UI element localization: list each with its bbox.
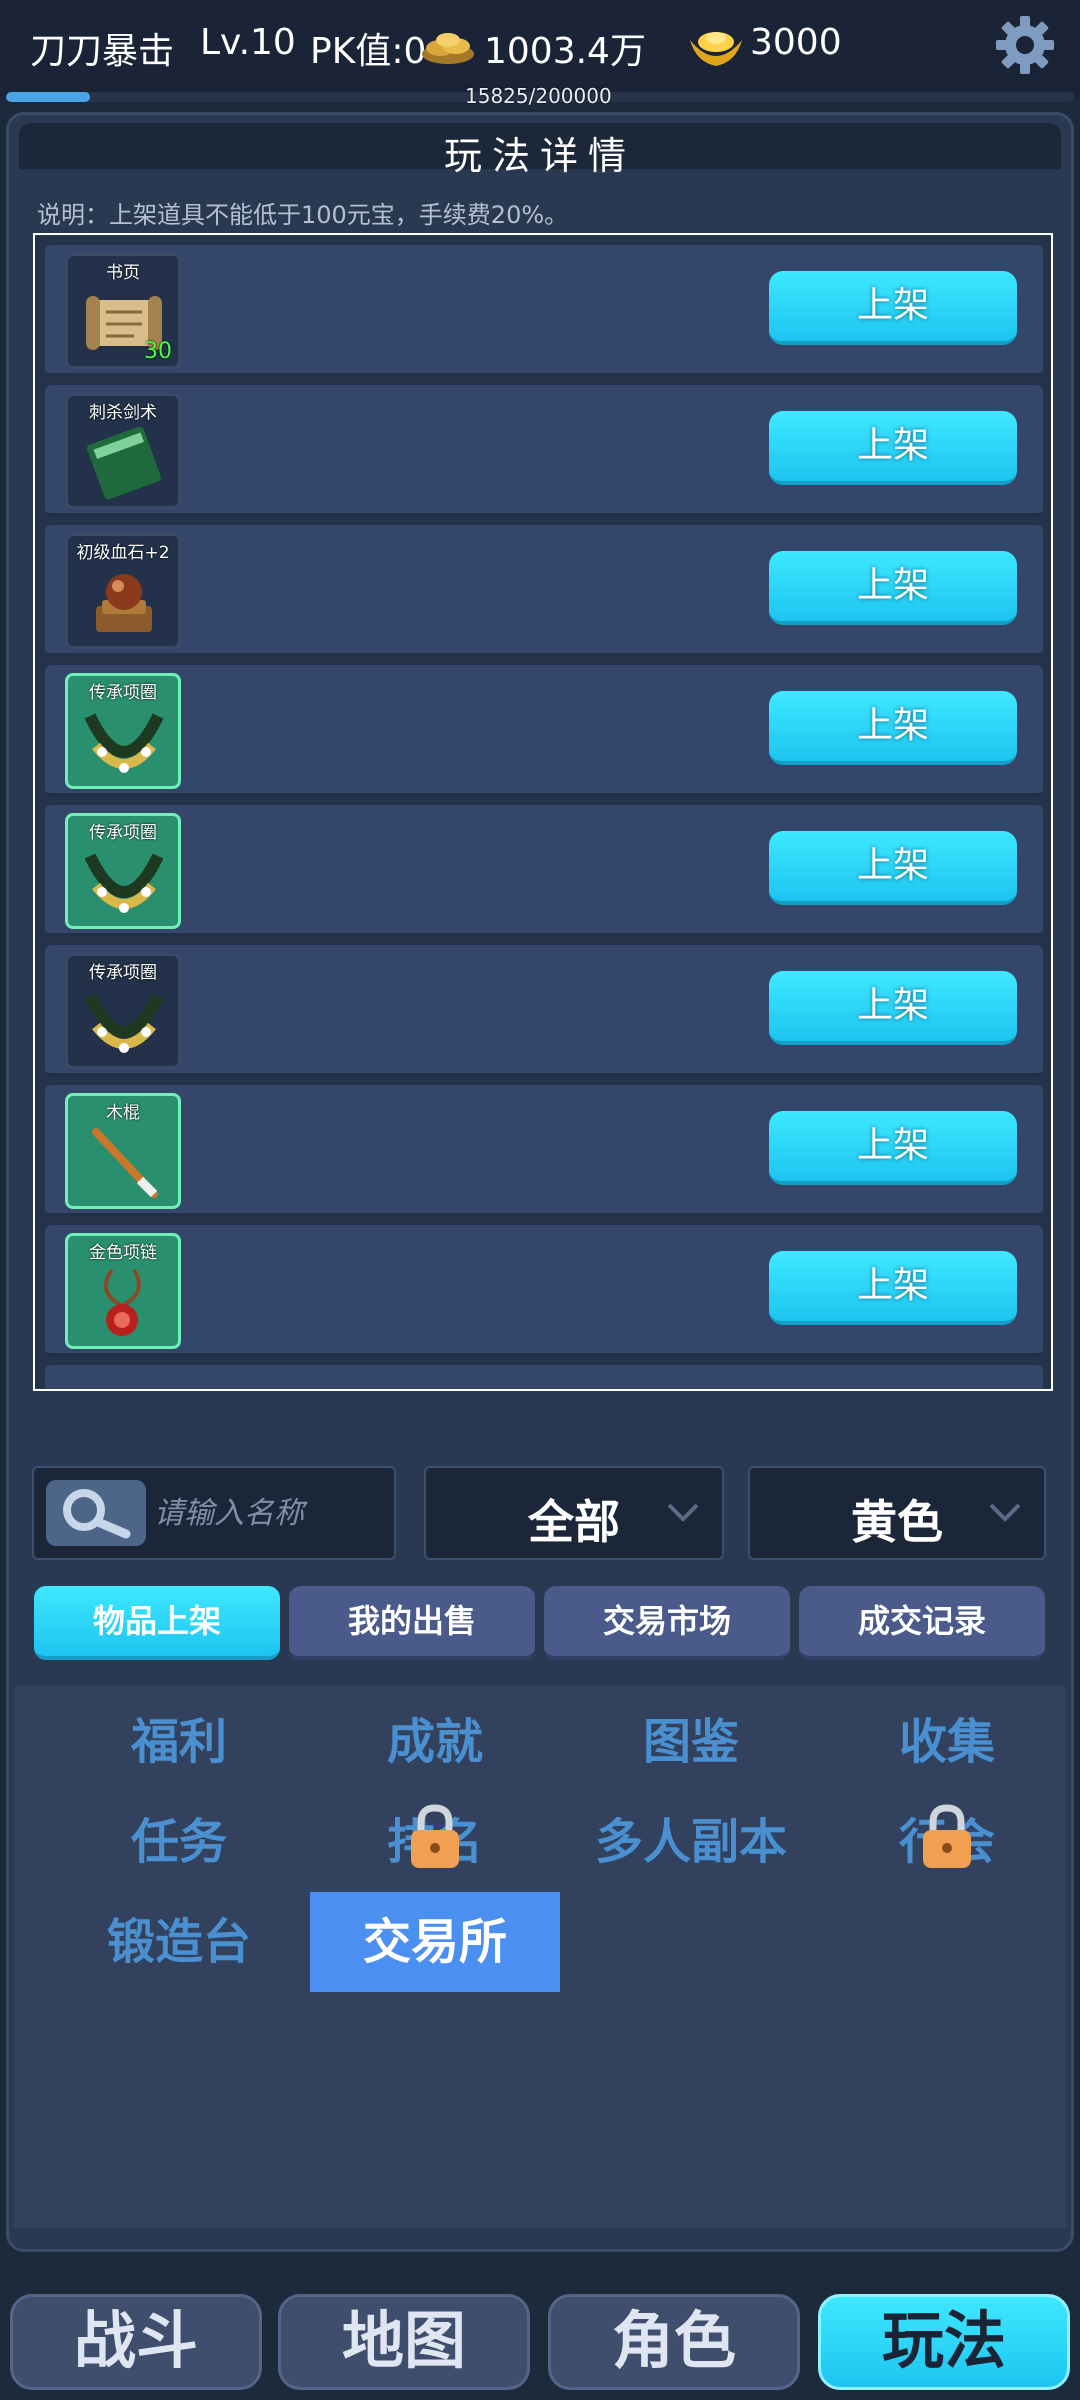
- list-for-sale-button[interactable]: 上架: [769, 831, 1017, 905]
- item-slot[interactable]: 刺杀剑术: [65, 393, 181, 509]
- feature-item[interactable]: 多人副本: [566, 1792, 816, 1892]
- tab-trade-history[interactable]: 成交记录: [799, 1586, 1045, 1660]
- wooden-stick-icon: [92, 1128, 158, 1198]
- exp-text: 15825/200000: [465, 84, 612, 108]
- chevron-down-icon: [989, 1503, 1021, 1522]
- list-for-sale-button[interactable]: 上架: [769, 1111, 1017, 1185]
- gold-coins-icon: [422, 33, 474, 64]
- player-name: 刀刀暴击: [30, 31, 175, 72]
- necklace-icon: [84, 853, 164, 913]
- necklace-icon: [84, 713, 164, 773]
- item-count: 30: [144, 339, 172, 364]
- item-name: 书页: [106, 263, 140, 283]
- lock-icon: [411, 1804, 459, 1868]
- item-slot[interactable]: 传承项圈: [65, 813, 181, 929]
- list-item: 初级血石+2 上架: [45, 525, 1043, 657]
- item-name: 传承项圈: [89, 963, 157, 983]
- item-slot[interactable]: 金色项链: [65, 1233, 181, 1349]
- feature-item[interactable]: 锻造台: [54, 1892, 304, 1992]
- nav-map[interactable]: 地图: [278, 2294, 530, 2390]
- item-slot[interactable]: 传承项圈: [65, 953, 181, 1069]
- pk-value: PK值:0: [310, 31, 427, 72]
- nav-battle[interactable]: 战斗: [10, 2294, 262, 2390]
- list-for-sale-button[interactable]: 上架: [769, 411, 1017, 485]
- nav-character[interactable]: 角色: [548, 2294, 800, 2390]
- feature-item[interactable]: 交易所: [310, 1892, 560, 1992]
- list-for-sale-button[interactable]: 上架: [769, 691, 1017, 765]
- item-name: 初级血石+2: [76, 543, 170, 563]
- inventory-list[interactable]: 书页 30 上架 刺杀剑术 上架 初级血石+2 上架 传承项圈 上架 传承项圈 上架 传承项圈 上架 木棍…: [33, 233, 1053, 1391]
- category-select[interactable]: 全部: [424, 1466, 724, 1560]
- status-bar: 刀刀暴击 Lv.10 PK值:0 1003.4万 3000 15825/2000…: [0, 0, 1080, 108]
- item-name: 刺杀剑术: [89, 403, 157, 423]
- lock-icon: [923, 1804, 971, 1868]
- skill-book-icon: [87, 426, 161, 500]
- item-name: 木棍: [106, 1103, 140, 1123]
- list-item: 传承项圈 上架: [45, 665, 1043, 797]
- exp-bar-fill: [6, 92, 91, 102]
- item-name: 传承项圈: [89, 683, 157, 703]
- list-item: 刺杀剑术 上架: [45, 385, 1043, 517]
- color-select[interactable]: 黄色: [748, 1466, 1046, 1560]
- list-for-sale-button[interactable]: 上架: [769, 551, 1017, 625]
- chevron-down-icon: [667, 1503, 699, 1522]
- feature-item[interactable]: 收集: [822, 1692, 1072, 1792]
- bottom-nav: 战斗 地图 角色 玩法: [0, 2264, 1080, 2400]
- blood-stone-icon: [96, 574, 152, 632]
- player-level: Lv.10: [200, 22, 296, 63]
- list-item: 传承项圈 上架: [45, 805, 1043, 937]
- panel-title: 玩法详情: [443, 134, 636, 178]
- list-item: 书页 30 上架: [45, 245, 1043, 377]
- nav-gameplay[interactable]: 玩法: [818, 2294, 1070, 2390]
- feature-item[interactable]: 福利: [54, 1692, 304, 1792]
- item-name: 传承项圈: [89, 823, 157, 843]
- list-for-sale-button[interactable]: 上架: [769, 271, 1017, 345]
- item-name: 金色项链: [89, 1243, 157, 1263]
- search-box[interactable]: [32, 1466, 396, 1560]
- feature-grid: 福利成就图鉴收集任务排名多人副本行会锻造台交易所: [14, 1686, 1066, 2228]
- item-slot[interactable]: 初级血石+2: [65, 533, 181, 649]
- list-item: 传承项圈 上架: [45, 945, 1043, 1077]
- feature-item[interactable]: 成就: [310, 1692, 560, 1792]
- feature-item[interactable]: 任务: [54, 1792, 304, 1892]
- gear-icon[interactable]: [994, 14, 1056, 76]
- coin-amount: 1003.4万: [484, 31, 646, 72]
- item-slot[interactable]: 传承项圈: [65, 673, 181, 789]
- list-item: 木棍 上架: [45, 1085, 1043, 1217]
- item-slot[interactable]: 木棍: [65, 1093, 181, 1209]
- list-item: 金色项链 上架: [45, 1225, 1043, 1357]
- gold-ingot-icon: [690, 32, 742, 66]
- feature-item[interactable]: 图鉴: [566, 1692, 816, 1792]
- list-for-sale-button[interactable]: 上架: [769, 971, 1017, 1045]
- search-input[interactable]: [154, 1488, 384, 1538]
- necklace-icon: [84, 993, 164, 1053]
- search-icon: [63, 1489, 131, 1539]
- tab-my-sales[interactable]: 我的出售: [289, 1586, 535, 1660]
- list-item: [45, 1365, 1043, 1389]
- tab-list-item[interactable]: 物品上架: [34, 1586, 280, 1660]
- panel-title-bar: 玩法详情: [19, 123, 1061, 178]
- ingot-amount: 3000: [750, 22, 842, 63]
- listing-notice: 说明：上架道具不能低于100元宝，手续费20%。: [37, 201, 569, 229]
- item-slot[interactable]: 书页 30: [65, 253, 181, 369]
- list-for-sale-button[interactable]: 上架: [769, 1251, 1017, 1325]
- search-button[interactable]: [46, 1480, 146, 1546]
- pendant-icon: [103, 1268, 141, 1336]
- tab-trade-market[interactable]: 交易市场: [544, 1586, 790, 1660]
